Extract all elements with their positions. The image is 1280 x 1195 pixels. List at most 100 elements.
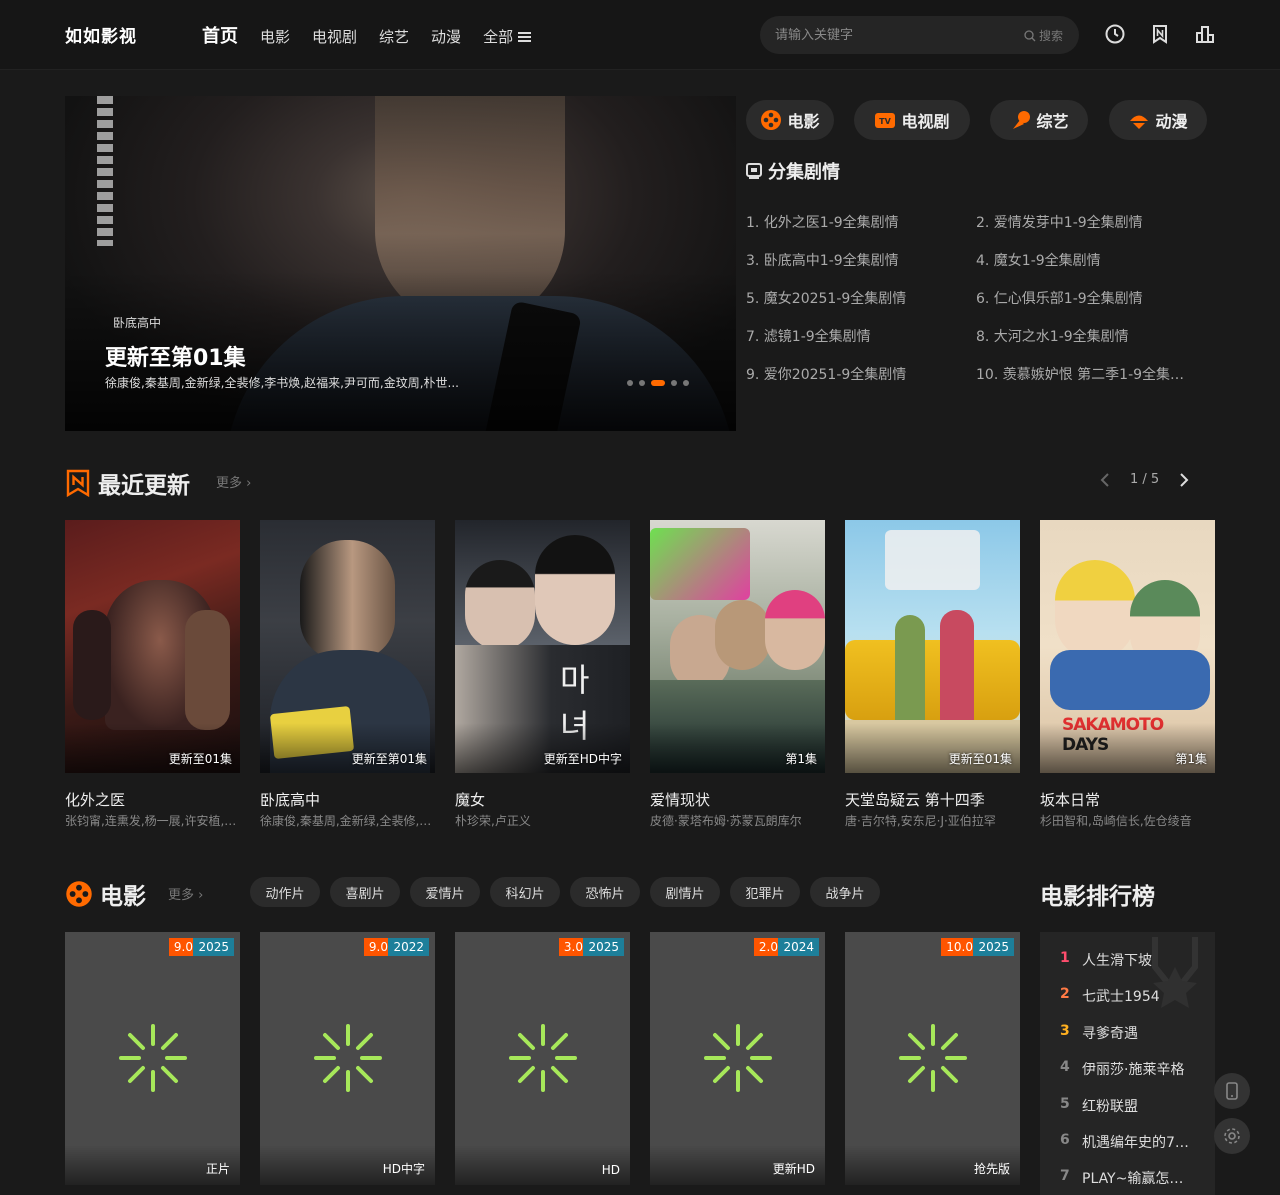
loading-spinner-icon	[704, 1024, 772, 1092]
poster-card[interactable]: 更新至01集	[845, 520, 1020, 773]
episode-link[interactable]: 1. 化外之医1-9全集剧情	[746, 212, 966, 232]
tv-icon: TV	[875, 113, 896, 128]
rank-title: 机遇编年史的7种可能	[1082, 1135, 1197, 1151]
mobile-float-button[interactable]	[1214, 1073, 1250, 1109]
search-button-label: 搜索	[1038, 29, 1063, 43]
poster-badge: 更新至HD中字	[543, 752, 622, 766]
new-icon	[66, 469, 90, 497]
movie-card[interactable]: 3.0 2025 HD	[455, 932, 630, 1185]
nav-all[interactable]: 全部	[483, 26, 532, 47]
episode-icon	[746, 163, 762, 179]
poster-title[interactable]: 化外之医	[65, 789, 125, 810]
film-reel-icon	[66, 881, 92, 907]
episode-section-title: 分集剧情	[746, 158, 840, 184]
poster-title[interactable]: 魔女	[455, 789, 485, 810]
category-variety[interactable]: 综艺	[990, 100, 1088, 140]
menu-icon	[518, 32, 532, 42]
movie-card[interactable]: 9.0 2025 正片	[65, 932, 240, 1185]
poster-card[interactable]: 更新至第01集	[260, 520, 435, 773]
poster-card[interactable]: 更新至01集	[65, 520, 240, 773]
genre-tag[interactable]: 科幻片	[490, 877, 560, 907]
poster-card[interactable]: 第1集	[650, 520, 825, 773]
recent-more-link[interactable]: 更多 ›	[216, 472, 251, 491]
poster-title[interactable]: 卧底高中	[260, 789, 320, 810]
rank-number: 7	[1060, 1168, 1070, 1184]
nav-tv[interactable]: 电视剧	[312, 26, 357, 47]
banner-title: 更新至第01集	[105, 346, 246, 371]
quality-badge: 正片	[205, 1162, 230, 1176]
rank-number: 6	[1060, 1132, 1070, 1148]
poster-title[interactable]: 坂本日常	[1040, 789, 1100, 810]
year-badge: 2022	[388, 938, 429, 956]
carousel-dot[interactable]	[671, 380, 677, 386]
rank-number: 2	[1060, 986, 1070, 1002]
episode-link[interactable]: 4. 魔女1-9全集剧情	[976, 250, 1196, 270]
recent-title-label: 最近更新	[98, 473, 190, 499]
carousel-dot[interactable]	[683, 380, 689, 386]
nav-home[interactable]: 首页	[202, 22, 238, 48]
episode-link[interactable]: 3. 卧底高中1-9全集剧情	[746, 250, 966, 270]
poster-cast: 张钧甯,连熏发,杨一展,许安植,谭凯,周厚安	[65, 814, 240, 828]
episode-link[interactable]: 5. 魔女20251-9全集剧情	[746, 288, 966, 308]
genre-tag[interactable]: 恐怖片	[570, 877, 640, 907]
ranking-item[interactable]: 5 红粉联盟	[1060, 1096, 1210, 1116]
genre-tag[interactable]: 剧情片	[650, 877, 720, 907]
ranking-icon[interactable]	[1194, 23, 1216, 45]
category-anime[interactable]: 动漫	[1109, 100, 1207, 140]
poster-cast: 皮德·蒙塔布姆·苏蒙瓦朗库尔	[650, 814, 802, 828]
ranking-item[interactable]: 4 伊丽莎·施莱辛格	[1060, 1059, 1210, 1079]
loading-spinner-icon	[119, 1024, 187, 1092]
poster-title[interactable]: 爱情现状	[650, 789, 710, 810]
ranking-item[interactable]: 2 七武士1954	[1060, 986, 1210, 1006]
carousel-dot-active[interactable]	[651, 380, 665, 386]
nav-variety[interactable]: 综艺	[379, 26, 409, 47]
search-input[interactable]	[775, 16, 995, 54]
loading-spinner-icon	[314, 1024, 382, 1092]
search-icon	[1024, 29, 1036, 41]
ranking-item[interactable]: 3 寻爹奇遇	[1060, 1023, 1210, 1043]
category-movie[interactable]: 电影	[746, 100, 834, 140]
bookmark-icon[interactable]	[1149, 23, 1171, 45]
genre-tag[interactable]: 动作片	[250, 877, 320, 907]
search-button[interactable]: 搜索	[1024, 27, 1063, 44]
episode-link[interactable]: 2. 爱情发芽中1-9全集剧情	[976, 212, 1196, 232]
genre-tag[interactable]: 犯罪片	[730, 877, 800, 907]
settings-float-button[interactable]	[1214, 1118, 1250, 1154]
history-icon[interactable]	[1104, 23, 1126, 45]
movie-more-link[interactable]: 更多 ›	[168, 884, 203, 903]
quality-badge: HD中字	[382, 1162, 425, 1176]
poster-cast: 朴珍荣,卢正义	[455, 814, 531, 828]
banner-subtitle: 卧底高中	[113, 316, 162, 330]
hero-banner[interactable]: 卧底高中 更新至第01集 徐康俊,秦基周,金新绿,全裴修,李书焕,赵福来,尹可而…	[65, 96, 736, 431]
episode-link[interactable]: 7. 滤镜1-9全集剧情	[746, 326, 966, 346]
nav-movie[interactable]: 电影	[260, 26, 290, 47]
year-badge: 2025	[973, 938, 1014, 956]
poster-card[interactable]: SAKAMOTODAYS 第1集	[1040, 520, 1215, 773]
poster-title[interactable]: 天堂岛疑云 第十四季	[845, 789, 985, 810]
genre-tag[interactable]: 喜剧片	[330, 877, 400, 907]
episode-link[interactable]: 6. 仁心俱乐部1-9全集剧情	[976, 288, 1196, 308]
movie-card[interactable]: 10.0 2025 抢先版	[845, 932, 1020, 1185]
movie-card[interactable]: 2.0 2024 更新HD	[650, 932, 825, 1185]
ranking-item[interactable]: 6 机遇编年史的7种可能	[1060, 1132, 1210, 1152]
carousel-dot[interactable]	[627, 380, 633, 386]
genre-tag[interactable]: 战争片	[810, 877, 880, 907]
episode-link[interactable]: 8. 大河之水1-9全集剧情	[976, 326, 1196, 346]
category-tv[interactable]: TV 电视剧	[854, 100, 970, 140]
genre-tag[interactable]: 爱情片	[410, 877, 480, 907]
next-page-icon[interactable]	[1179, 472, 1189, 487]
poster-card[interactable]: 마녀 更新至HD中字	[455, 520, 630, 773]
year-badge: 2025	[583, 938, 624, 956]
ranking-item[interactable]: 1 人生滑下坡	[1060, 950, 1210, 970]
episode-link[interactable]: 9. 爱你20251-9全集剧情	[746, 364, 966, 384]
site-logo[interactable]: 如如影视	[65, 22, 137, 47]
prev-page-icon[interactable]	[1100, 472, 1110, 487]
microphone-icon	[1013, 111, 1031, 129]
nav-anime[interactable]: 动漫	[431, 26, 461, 47]
episode-link[interactable]: 10. 羡慕嫉妒恨 第二季1-9全集剧情	[976, 364, 1196, 384]
recent-section-title: 最近更新	[65, 466, 190, 500]
ranking-item[interactable]: 7 PLAY~输赢怎样都好	[1060, 1168, 1210, 1188]
movie-card[interactable]: 9.0 2022 HD中字	[260, 932, 435, 1185]
movie-more-label: 更多	[168, 888, 195, 903]
carousel-dot[interactable]	[639, 380, 645, 386]
